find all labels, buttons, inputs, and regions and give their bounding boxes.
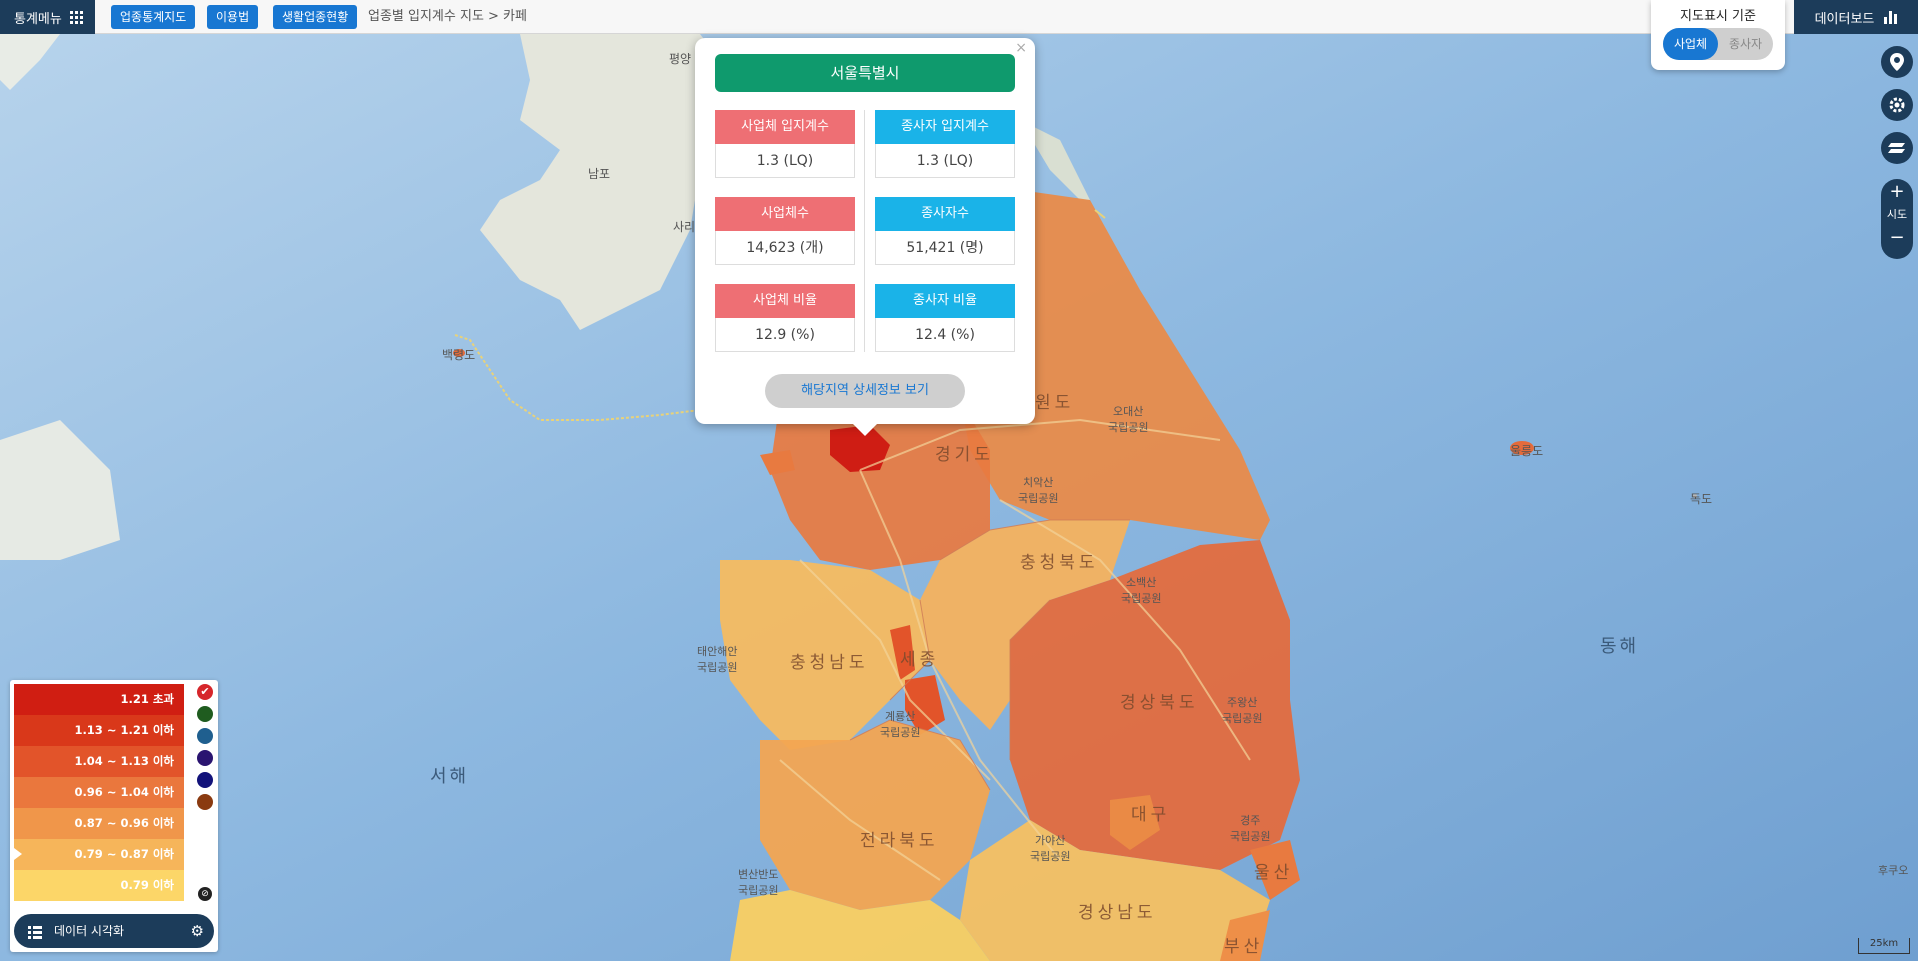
location-icon (1890, 53, 1904, 71)
stat-employee-lq: 종사자 입지계수 1.3 (LQ) (875, 110, 1015, 178)
color-scheme-red-check-icon[interactable]: ✔ (197, 684, 213, 700)
stats-menu-button[interactable]: 통계메뉴 (0, 0, 95, 34)
legend-row[interactable]: 0.79 이하 (14, 870, 184, 901)
stat-label: 종사자 입지계수 (875, 110, 1015, 144)
map-label-gyeongbuk: 경상북도 (1120, 693, 1199, 713)
popup-region-title: 서울특별시 (715, 54, 1015, 92)
stat-label: 사업체 비율 (715, 284, 855, 318)
map-scale: 25km (1858, 938, 1910, 954)
legend-row[interactable]: 0.87 ~ 0.96 이하 (14, 808, 184, 839)
industry-stats-map-button[interactable]: 업종통계지도 (111, 5, 196, 29)
reset-icon[interactable]: ⊘ (198, 887, 212, 901)
region-info-popup: × 서울특별시 사업체 입지계수 1.3 (LQ) 종사자 입지계수 1.3 (… (695, 38, 1035, 436)
layer-button[interactable] (1881, 132, 1913, 164)
map-label-nampo: 남포 (588, 167, 611, 181)
breadcrumb: 업종별 입지계수 지도 > 카페 (368, 9, 527, 24)
color-scheme-green[interactable] (197, 706, 213, 722)
gear-icon[interactable]: ⚙ (191, 914, 204, 948)
map-label-pyeongyang: 평양 (669, 52, 692, 66)
map-label-east-sea: 동해 (1600, 636, 1640, 657)
legend-row[interactable]: 1.21 초과 (14, 684, 184, 715)
stat-value: 1.3 (LQ) (875, 144, 1015, 178)
stat-label: 사업체수 (715, 197, 855, 231)
map-label-juwang: 주왕산 국립공원 (1222, 696, 1263, 725)
top-bar: 통계메뉴 업종통계지도 이용법 생활업종현황 업종별 입지계수 지도 > 카페 … (0, 0, 1918, 34)
legend-row[interactable]: 1.04 ~ 1.13 이하 (14, 746, 184, 777)
map-label-taean: 태안해안 국립공원 (697, 645, 738, 674)
location-button[interactable] (1881, 46, 1913, 78)
list-icon (28, 926, 42, 939)
legend-row[interactable]: 0.96 ~ 1.04 이하 (14, 777, 184, 808)
settings-button[interactable] (1881, 89, 1913, 121)
color-scheme-purple[interactable] (197, 750, 213, 766)
data-visualization-button[interactable]: 데이터 시각화 ⚙ (14, 914, 214, 948)
color-scheme-teal[interactable] (197, 728, 213, 744)
stat-value: 1.3 (LQ) (715, 144, 855, 178)
map-label-chungnam: 충청남도 (790, 653, 869, 673)
map-label-sobaek: 소백산 국립공원 (1121, 576, 1162, 605)
data-visualization-label: 데이터 시각화 (54, 924, 125, 938)
map-label-chiak: 치악산 국립공원 (1018, 476, 1059, 505)
map-label-sejong: 세종 (900, 650, 940, 670)
map-label-gyeongnam: 경상남도 (1078, 903, 1157, 923)
stat-label: 종사자 비율 (875, 284, 1015, 318)
legend-row[interactable]: 1.13 ~ 1.21 이하 (14, 715, 184, 746)
map-label-gyeonggi: 경기도 (935, 445, 994, 465)
settings-icon (1889, 97, 1905, 113)
layer-icon (1888, 143, 1905, 153)
zoom-in-button[interactable]: + (1881, 181, 1913, 203)
basis-option-employee[interactable]: 종사자 (1718, 28, 1773, 60)
legend-row[interactable]: 0.79 ~ 0.87 이하 (14, 839, 184, 870)
map-label-gangwon: 원도 (1035, 393, 1075, 413)
map-label-dokdo: 독도 (1690, 492, 1713, 506)
stats-menu-label: 통계메뉴 (14, 11, 62, 27)
stat-value: 12.4 (%) (875, 318, 1015, 352)
zoom-out-button[interactable]: − (1881, 227, 1913, 249)
dashboard-button[interactable]: 데이터보드 (1794, 0, 1918, 34)
color-scheme-brown[interactable] (197, 794, 213, 810)
map-label-baengnyeong: 백령도 (442, 348, 476, 362)
region-detail-button[interactable]: 해당지역 상세정보 보기 (765, 374, 965, 408)
stat-business-lq: 사업체 입지계수 1.3 (LQ) (715, 110, 855, 178)
dashboard-label: 데이터보드 (1814, 11, 1875, 27)
map-label-odae: 오대산 국립공원 (1108, 405, 1149, 434)
popup-divider (864, 110, 865, 352)
close-icon[interactable]: × (1015, 40, 1027, 56)
stat-employee-count: 종사자수 51,421 (명) (875, 197, 1015, 265)
map-label-gyeryong: 계룡산 국립공원 (880, 710, 921, 739)
map-label-gyeongju: 경주 국립공원 (1230, 814, 1271, 843)
map-label-west-sea: 서해 (430, 766, 470, 787)
map-label-busan: 부산 (1224, 937, 1264, 957)
stat-business-count: 사업체수 14,623 (개) (715, 197, 855, 265)
zoom-level-label: 시도 (1886, 208, 1908, 221)
legend-panel: 1.21 초과 1.13 ~ 1.21 이하 1.04 ~ 1.13 이하 0.… (10, 680, 218, 952)
living-industry-status-button[interactable]: 생활업종현황 (273, 5, 358, 29)
grid-icon (69, 10, 83, 24)
stat-business-ratio: 사업체 비율 12.9 (%) (715, 284, 855, 352)
map-label-gaya: 가야산 국립공원 (1030, 834, 1071, 863)
map-label-jeonbuk: 전라북도 (860, 831, 939, 851)
map-label-daegu: 대구 (1131, 805, 1171, 825)
stat-label: 종사자수 (875, 197, 1015, 231)
stat-employee-ratio: 종사자 비율 12.4 (%) (875, 284, 1015, 352)
map-label-fukuoka: 후쿠오 (1878, 864, 1909, 877)
stat-value: 12.9 (%) (715, 318, 855, 352)
map-label-byeonsan: 변산반도 국립공원 (738, 868, 779, 897)
zoom-control: + 시도 − (1881, 179, 1913, 259)
basis-option-business[interactable]: 사업체 (1663, 28, 1718, 60)
color-scheme-navy[interactable] (197, 772, 213, 788)
stat-label: 사업체 입지계수 (715, 110, 855, 144)
legend-pointer-icon (14, 848, 22, 860)
basis-title: 지도표시 기준 (1680, 9, 1756, 24)
bar-chart-icon (1884, 10, 1898, 24)
basis-toggle[interactable]: 사업체 종사자 (1663, 28, 1773, 60)
map-display-basis-panel: 지도표시 기준 사업체 종사자 (1651, 0, 1785, 70)
map-label-ulleung: 울릉도 (1510, 444, 1544, 458)
map-label-chungbuk: 충청북도 (1020, 553, 1099, 573)
stat-value: 51,421 (명) (875, 231, 1015, 265)
how-to-use-button[interactable]: 이용법 (207, 5, 259, 29)
map-label-ulsan: 울산 (1254, 863, 1294, 883)
stat-value: 14,623 (개) (715, 231, 855, 265)
